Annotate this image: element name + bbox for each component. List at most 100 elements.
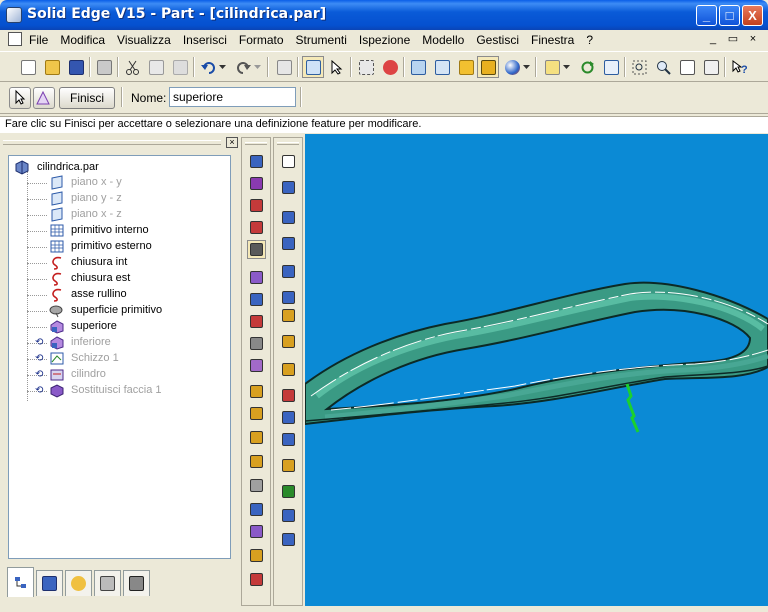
extend-surface-icon[interactable] [279,408,298,427]
cutout-icon[interactable] [247,196,266,215]
shaded-edges-cube-icon[interactable] [477,56,499,78]
save-icon[interactable] [65,56,87,78]
intersect-icon[interactable] [279,430,298,449]
tree-root[interactable]: cilindrica.par [15,159,99,175]
emboss-icon[interactable] [247,476,266,495]
cut-icon[interactable] [121,56,143,78]
fit-view-icon[interactable] [355,56,377,78]
graphics-viewport[interactable] [305,134,768,606]
select-step-icon[interactable] [9,87,31,109]
menu-modello[interactable]: Modello [422,32,470,48]
view-sphere-icon[interactable] [501,56,523,78]
model-view[interactable] [305,134,768,606]
menu-ispezione[interactable]: Ispezione [359,32,416,48]
copy-icon[interactable] [145,56,167,78]
view-dropdown-icon[interactable] [521,56,531,78]
tree-item[interactable]: ⟲ Schizzo 1 [9,351,229,367]
web-network-icon[interactable] [247,452,266,471]
chamfer-icon[interactable] [247,312,266,331]
select-tool-icon[interactable] [302,56,324,78]
split-face-icon[interactable] [279,506,298,525]
tree-item[interactable]: primitivo interno [9,223,229,239]
menu-modifica[interactable]: Modifica [60,32,111,48]
layers-icon[interactable] [65,570,92,596]
render-settings-icon[interactable] [379,56,401,78]
shaded-cube-icon[interactable] [455,56,477,78]
wireframe-cube-icon[interactable] [407,56,429,78]
whats-this-help-icon[interactable]: ? [728,56,750,78]
revolved-protrusion-icon[interactable] [247,174,266,193]
copy-part-icon[interactable] [247,546,266,565]
zoom-area-icon[interactable] [628,56,650,78]
tree-item[interactable]: superiore [9,319,229,335]
extruded-surface-icon[interactable] [279,234,298,253]
tree-item[interactable]: ⟲ cilindro [9,367,229,383]
pathfinder-close-button[interactable]: × [226,137,238,148]
undo-dropdown-icon[interactable] [217,56,227,78]
menu-strumenti[interactable]: Strumenti [296,32,353,48]
library-icon[interactable] [36,570,63,596]
tree-item[interactable]: ⟲ Sostituisci faccia 1 [9,383,229,399]
doc-restore-button[interactable]: ▭ [726,33,740,46]
family-icon[interactable] [123,570,150,596]
selection-highlight[interactable] [625,383,640,433]
select-filter-icon[interactable] [326,56,348,78]
tree-item[interactable]: primitivo esterno [9,239,229,255]
named-views-icon[interactable] [541,56,563,78]
menu-visualizza[interactable]: Visualizza [117,32,177,48]
revolved-surface-icon[interactable] [279,262,298,281]
document-icon[interactable] [8,32,22,46]
print-icon[interactable] [93,56,115,78]
maximize-button[interactable]: □ [719,5,740,26]
menu-formato[interactable]: Formato [239,32,290,48]
draft-icon[interactable] [247,334,266,353]
pattern-icon[interactable] [247,522,266,541]
doc-minimize-button[interactable]: _ [706,33,720,46]
mirror-icon[interactable] [247,500,266,519]
revolved-cutout-icon[interactable] [247,218,266,237]
menu-inserisci[interactable]: Inserisci [183,32,233,48]
menu-gestisci[interactable]: Gestisci [476,32,525,48]
fit-icon[interactable] [676,56,698,78]
thin-wall-icon[interactable] [247,356,266,375]
reference-plane-tool-icon[interactable] [279,178,298,197]
undo-icon[interactable] [197,56,219,78]
tree-item[interactable]: ⟲ inferiore [9,335,229,351]
tree-item[interactable]: asse rullino [9,287,229,303]
pathfinder-grip[interactable] [3,140,221,145]
protrusion-icon[interactable] [247,152,266,171]
zoom-icon[interactable] [652,56,674,78]
hidden-lines-cube-icon[interactable] [431,56,453,78]
bluesurf-icon[interactable] [279,306,298,325]
open-folder-icon[interactable] [41,56,63,78]
hole-icon[interactable] [247,240,266,259]
new-file-icon[interactable] [17,56,39,78]
user-defined-icon[interactable] [247,570,266,589]
tree-item[interactable]: piano y - z [9,191,229,207]
tree-item[interactable]: superficie primitivo [9,303,229,319]
doc-close-button[interactable]: × [746,33,760,46]
menu-file[interactable]: File [29,32,54,48]
pan-icon[interactable] [700,56,722,78]
blue-surface-icon[interactable] [279,208,298,227]
parting-line-icon[interactable] [279,530,298,549]
solid-edge-app-icon[interactable] [6,7,22,23]
redo-dropdown-icon[interactable] [252,56,262,78]
tree-item[interactable]: piano x - y [9,175,229,191]
lip-icon[interactable] [247,428,266,447]
swept-protrusion-icon[interactable] [247,268,266,287]
tree-item[interactable]: piano x - z [9,207,229,223]
trim-surface-icon[interactable] [279,386,298,405]
swept-surface-icon[interactable] [279,288,298,307]
menu-finestra[interactable]: Finestra [531,32,580,48]
tree-item[interactable]: chiusura est [9,271,229,287]
finisci-button[interactable]: Finisci [59,87,115,109]
paste-icon[interactable] [169,56,191,78]
rib-icon[interactable] [247,404,266,423]
sensors-icon[interactable] [94,570,121,596]
stitch-surface-icon[interactable] [279,456,298,475]
redo-icon[interactable] [232,56,254,78]
bounded-surface-icon[interactable] [279,332,298,351]
curve-tool-icon[interactable] [279,482,298,501]
round-icon[interactable] [247,290,266,309]
